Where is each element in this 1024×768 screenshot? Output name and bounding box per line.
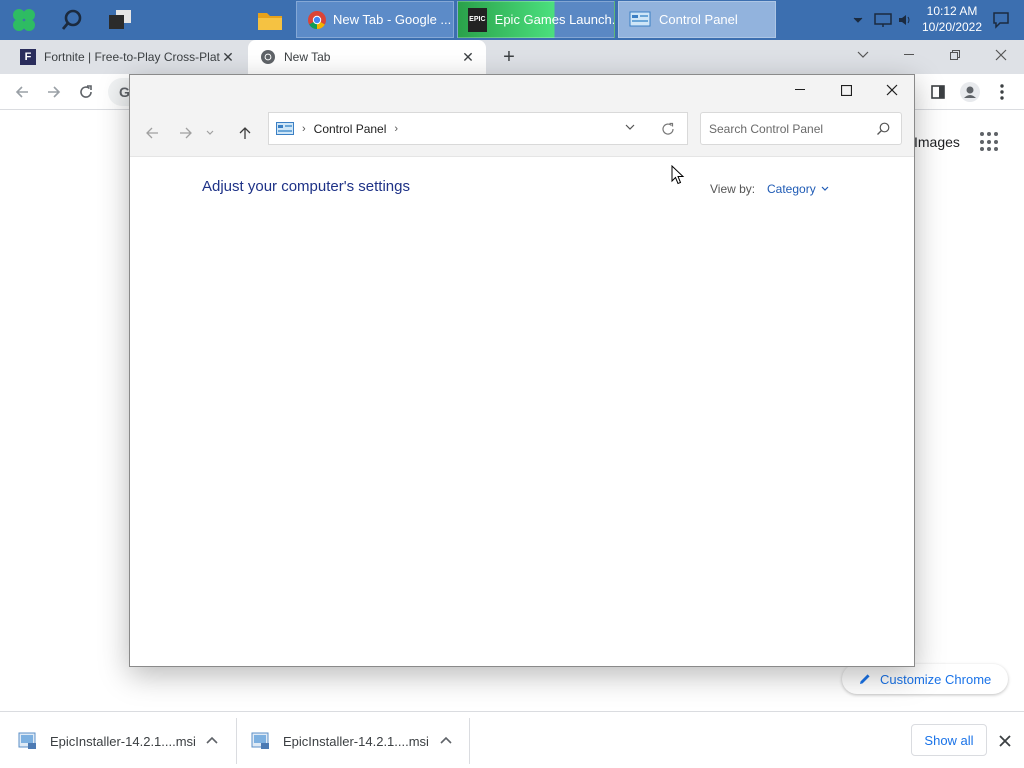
cp-back-arrow-icon[interactable]	[138, 119, 166, 147]
search-icon	[61, 9, 82, 30]
new-tab-plus-icon[interactable]: +	[495, 43, 523, 71]
download-item[interactable]: EpicInstaller-14.2.1....msi	[18, 720, 196, 762]
download-item[interactable]: EpicInstaller-14.2.1....msi	[251, 720, 429, 762]
tab-new-tab[interactable]: New Tab ✕	[248, 40, 486, 74]
back-arrow-icon[interactable]	[8, 78, 36, 106]
fortnite-favicon: F	[20, 49, 36, 65]
cp-refresh-icon[interactable]	[658, 119, 678, 139]
cp-up-arrow-icon[interactable]	[231, 119, 259, 147]
cp-recent-locations-chevron-icon[interactable]	[202, 119, 218, 147]
network-icon	[874, 13, 892, 27]
chrome-icon	[307, 10, 327, 30]
notification-icon	[993, 12, 1009, 29]
chrome-restore-button[interactable]	[932, 40, 978, 70]
tab-fortnite[interactable]: F Fortnite | Free-to-Play Cross-Plat ✕	[8, 40, 246, 74]
download-item-name: EpicInstaller-14.2.1....msi	[283, 733, 429, 749]
show-all-downloads-button[interactable]: Show all	[911, 724, 987, 756]
chevron-down-icon	[821, 186, 829, 191]
mouse-cursor-icon	[671, 165, 685, 185]
cp-view-by-label: View by:	[710, 182, 756, 196]
taskbar-clock[interactable]: 10:12 AM 10/20/2022	[916, 3, 988, 35]
clock-time: 10:12 AM	[926, 4, 978, 18]
breadcrumb-chevron-icon[interactable]: ›	[302, 123, 306, 135]
epic-games-icon: EPIC	[468, 7, 487, 32]
clock-date: 10/20/2022	[921, 20, 983, 34]
tab-search-chevron-icon[interactable]	[840, 40, 886, 70]
cp-search-input[interactable]	[709, 121, 869, 136]
profile-avatar-icon[interactable]	[956, 78, 984, 106]
images-link[interactable]: Images	[914, 134, 960, 150]
tab-new-tab-close-icon[interactable]: ✕	[460, 49, 476, 65]
tray-overflow-button[interactable]	[850, 0, 866, 40]
download-item-chevron-up-icon[interactable]	[204, 732, 220, 748]
breadcrumb-control-panel[interactable]: Control Panel	[314, 122, 387, 136]
tab-new-tab-title: New Tab	[284, 50, 331, 64]
customize-chrome-button[interactable]: Customize Chrome	[842, 664, 1008, 694]
download-bar: EpicInstaller-14.2.1....msi EpicInstalle…	[0, 711, 1024, 768]
control-panel-window: › Control Panel › Adjust your computer's…	[129, 74, 915, 667]
task-view-icon	[109, 10, 131, 29]
search-button[interactable]	[50, 2, 94, 38]
file-explorer-button[interactable]	[248, 2, 292, 38]
cp-maximize-button[interactable]	[823, 75, 869, 105]
tab-fortnite-close-icon[interactable]: ✕	[220, 49, 236, 65]
taskbar: New Tab - Google ... EPIC Epic Games Lau…	[0, 0, 1024, 40]
taskbar-chrome-label: New Tab - Google ...	[333, 12, 452, 27]
forward-arrow-icon[interactable]	[40, 78, 68, 106]
folder-icon	[258, 13, 282, 30]
cp-page-title: Adjust your computer's settings	[202, 178, 410, 195]
download-separator	[469, 718, 470, 764]
chevron-up-icon	[853, 17, 863, 23]
pencil-icon	[860, 674, 870, 684]
cp-forward-arrow-icon[interactable]	[172, 119, 200, 147]
chrome-favicon	[260, 49, 276, 65]
download-item-name: EpicInstaller-14.2.1....msi	[50, 733, 196, 749]
network-button[interactable]	[872, 0, 894, 40]
breadcrumb-chevron-icon[interactable]: ›	[394, 123, 398, 135]
cp-minimize-button[interactable]	[777, 75, 823, 105]
cp-search-box[interactable]	[700, 112, 902, 145]
taskbar-control-panel-label: Control Panel	[659, 12, 738, 27]
start-button[interactable]	[2, 2, 46, 38]
side-panel-icon[interactable]	[924, 78, 952, 106]
control-panel-navbar: › Control Panel ›	[130, 107, 914, 157]
download-bar-close-icon[interactable]	[996, 732, 1014, 750]
chrome-close-button[interactable]	[978, 40, 1024, 70]
taskbar-epic-label: Epic Games Launch...	[494, 12, 614, 27]
reload-icon[interactable]	[72, 78, 100, 106]
cp-close-button[interactable]	[869, 75, 915, 105]
download-item-chevron-up-icon[interactable]	[438, 732, 454, 748]
installer-file-icon	[18, 732, 36, 749]
chrome-tab-strip: F Fortnite | Free-to-Play Cross-Plat ✕ N…	[0, 40, 1024, 74]
search-icon[interactable]	[875, 121, 891, 137]
customize-chrome-label: Customize Chrome	[880, 671, 992, 687]
cp-view-by-value: Category	[767, 182, 816, 196]
google-apps-icon[interactable]	[980, 132, 1000, 152]
control-panel-icon	[629, 11, 651, 29]
taskbar-epic-button[interactable]: EPIC Epic Games Launch...	[457, 1, 615, 38]
cp-view-by-dropdown[interactable]: Category	[767, 182, 829, 196]
start-icon	[13, 9, 35, 31]
cp-address-dropdown-chevron-icon[interactable]	[622, 119, 638, 135]
taskbar-control-panel-button[interactable]: Control Panel	[618, 1, 776, 38]
notifications-button[interactable]	[990, 0, 1012, 40]
chrome-menu-icon[interactable]	[988, 78, 1016, 106]
tab-fortnite-title: Fortnite | Free-to-Play Cross-Plat	[44, 50, 220, 64]
volume-button[interactable]	[896, 0, 914, 40]
control-panel-titlebar[interactable]	[130, 75, 914, 107]
control-panel-icon	[276, 121, 294, 135]
taskbar-chrome-button[interactable]: New Tab - Google ...	[296, 1, 454, 38]
speaker-icon	[899, 15, 910, 25]
download-separator	[236, 718, 237, 764]
installer-file-icon	[251, 732, 269, 749]
chrome-minimize-button[interactable]	[886, 40, 932, 70]
task-view-button[interactable]	[98, 2, 142, 38]
